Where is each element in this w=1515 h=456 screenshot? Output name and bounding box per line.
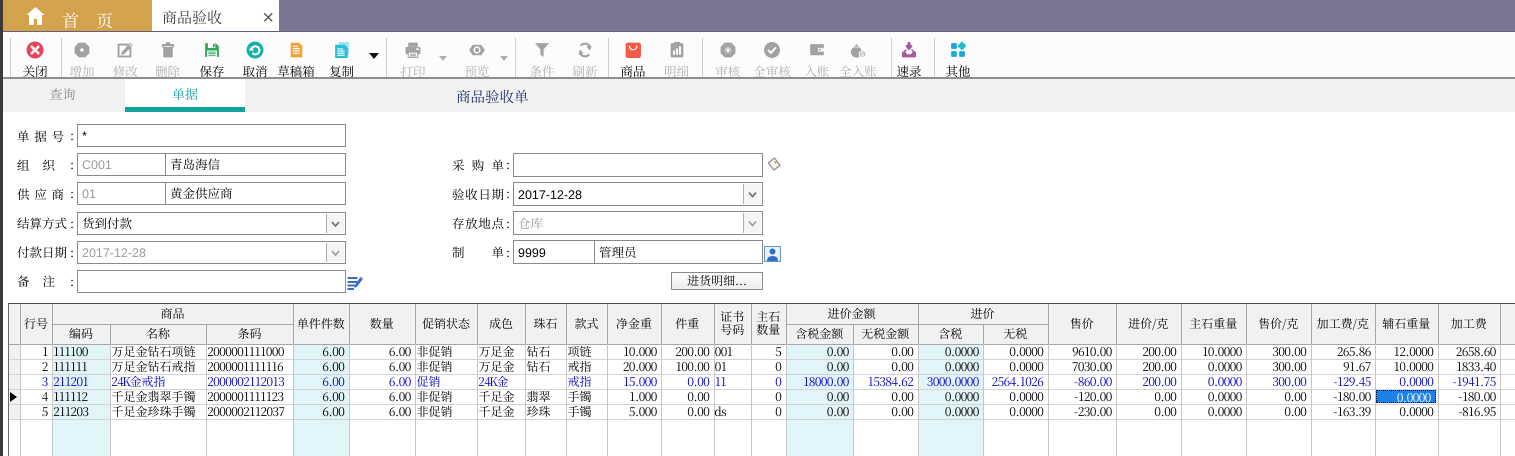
svg-text:$: $ xyxy=(861,50,864,58)
